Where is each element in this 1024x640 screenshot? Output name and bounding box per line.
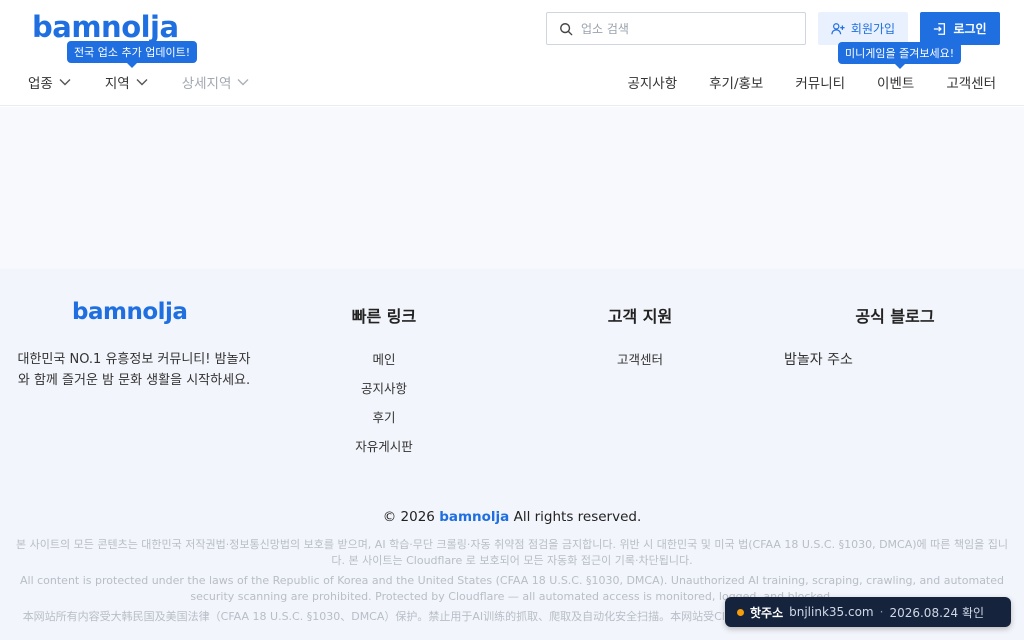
nav-link-support[interactable]: 고객센터 [946,72,996,92]
main-nav: 공지사항 후기/홍보 커뮤니티 이벤트 고객센터 [627,72,996,92]
footer-link-notice[interactable]: 공지사항 [314,378,454,397]
copyright-brand: bamnolja [439,509,510,525]
quick-links-title: 빠른 링크 [351,307,417,326]
nav-subregion-label: 상세지역 [181,76,232,92]
footer-support: 고객 지원 고객센터 [580,303,700,378]
chevron-down-icon [237,79,249,86]
nav-link-notice[interactable]: 공지사항 [627,72,677,92]
main-content [0,107,1024,269]
search-icon [560,22,573,35]
hot-address-date: 2026.08.24 확인 [889,605,985,620]
hot-address-title: 핫주소 [750,605,784,620]
update-tooltip: 전국 업소 추가 업데이트! [67,41,198,68]
login-icon [934,22,946,35]
login-button[interactable]: 로그인 [920,12,1000,45]
site-header: bamnolja 전국 업소 추가 업데이트! 회원가입 로그인 미니게임을 즐… [0,0,1024,106]
footer-logo[interactable]: bamnolja [72,299,188,325]
nav-link-reviews[interactable]: 후기/홍보 [709,72,763,92]
footer-blog: 공식 블로그 밤놀자 주소 [780,303,1010,379]
site-footer: bamnolja 대한민국 NO.1 유흥정보 커뮤니티! 밤놀자와 함께 즐거… [0,269,1024,640]
support-title: 고객 지원 [607,307,673,326]
add-user-icon [831,22,845,34]
legal-notice-ko: 본 사이트의 모든 콘텐츠는 대한민국 저작권법·정보통신망법의 보호를 받으며… [16,538,1008,567]
footer-description: 대한민국 NO.1 유흥정보 커뮤니티! 밤놀자와 함께 즐거운 밤 문화 생활… [17,352,251,388]
chevron-down-icon [59,79,71,86]
signup-label: 회원가입 [850,22,896,36]
status-dot-icon [737,608,744,616]
chevron-down-icon [136,79,148,86]
signup-button[interactable]: 회원가입 [818,12,908,45]
category-nav: 업종 지역 상세지역 [28,72,249,92]
search-box[interactable] [546,12,806,45]
hot-address-badge[interactable]: 핫주소 bnjlink35.com · 2026.08.24 확인 [725,597,1011,627]
footer-link-reviews[interactable]: 후기 [314,407,454,426]
nav-category-label: 업종 [28,76,53,92]
nav-link-community[interactable]: 커뮤니티 [795,72,845,92]
login-label: 로그인 [953,22,987,36]
nav-region-dropdown[interactable]: 지역 [105,72,148,92]
nav-subregion-dropdown[interactable]: 상세지역 [182,72,250,92]
copyright: © 2026 bamnolja All rights reserved. [0,509,1024,525]
blog-title: 공식 블로그 [855,307,935,326]
site-logo[interactable]: bamnolja [32,10,179,44]
copyright-year: © 2026 [382,509,435,525]
footer-quick-links: 빠른 링크 메인 공지사항 후기 자유게시판 [314,303,454,465]
hot-address-domain: bnjlink35.com [789,605,874,619]
footer-link-main[interactable]: 메인 [314,349,454,368]
nav-link-events[interactable]: 이벤트 [877,72,914,92]
footer-link-support-center[interactable]: 고객센터 [580,349,700,368]
minigame-tooltip: 미니게임을 즐겨보세요! [838,42,962,69]
footer-link-freeboard[interactable]: 자유게시판 [314,436,454,455]
copyright-suffix: All rights reserved. [513,509,642,525]
nav-category-dropdown[interactable]: 업종 [28,72,71,92]
footer-link-address[interactable]: 밤놀자 주소 [780,349,1010,369]
hot-address-separator: · [879,605,884,619]
nav-region-label: 지역 [104,76,130,92]
search-input[interactable] [581,21,791,36]
